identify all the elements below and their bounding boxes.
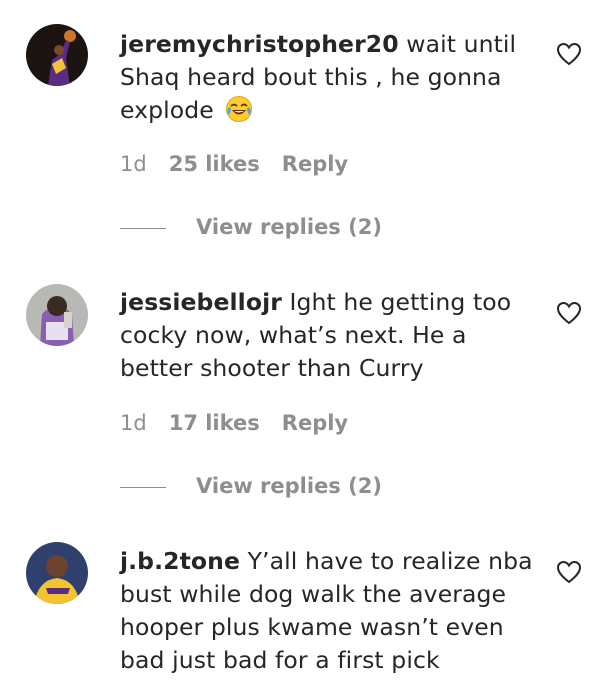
avatar[interactable] bbox=[26, 542, 88, 604]
view-replies-label: View replies (2) bbox=[196, 474, 382, 498]
comment-time: 1d bbox=[120, 152, 147, 176]
replies-divider bbox=[120, 227, 166, 229]
comment-text: j.b.2tone Y’all have to realize nba bust… bbox=[120, 545, 540, 677]
replies-divider bbox=[120, 486, 166, 488]
reply-button[interactable]: Reply bbox=[282, 411, 348, 435]
heart-outline-icon[interactable] bbox=[556, 42, 582, 66]
heart-outline-icon[interactable] bbox=[556, 560, 582, 584]
comment-meta: 1d 25 likes Reply bbox=[120, 150, 348, 178]
view-replies-button[interactable]: View replies (2) bbox=[120, 472, 382, 500]
comment-text: jeremychristopher20 wait until Shaq hear… bbox=[120, 28, 540, 127]
comment-meta: 1d 17 likes Reply bbox=[120, 409, 348, 437]
reply-button[interactable]: Reply bbox=[282, 152, 348, 176]
comment-time: 1d bbox=[120, 411, 147, 435]
likes-count[interactable]: 25 likes bbox=[169, 152, 260, 176]
face-with-tears-of-joy-emoji bbox=[226, 96, 253, 122]
comment-text: jessiebellojr Ight he getting too cocky … bbox=[120, 286, 540, 385]
avatar[interactable] bbox=[26, 24, 88, 86]
view-replies-label: View replies (2) bbox=[196, 215, 382, 239]
avatar[interactable] bbox=[26, 284, 88, 346]
comment-username[interactable]: jeremychristopher20 bbox=[120, 30, 399, 58]
heart-outline-icon[interactable] bbox=[556, 301, 582, 325]
likes-count[interactable]: 17 likes bbox=[169, 411, 260, 435]
comment-username[interactable]: jessiebellojr bbox=[120, 288, 282, 316]
view-replies-button[interactable]: View replies (2) bbox=[120, 213, 382, 241]
comment-username[interactable]: j.b.2tone bbox=[120, 547, 240, 575]
